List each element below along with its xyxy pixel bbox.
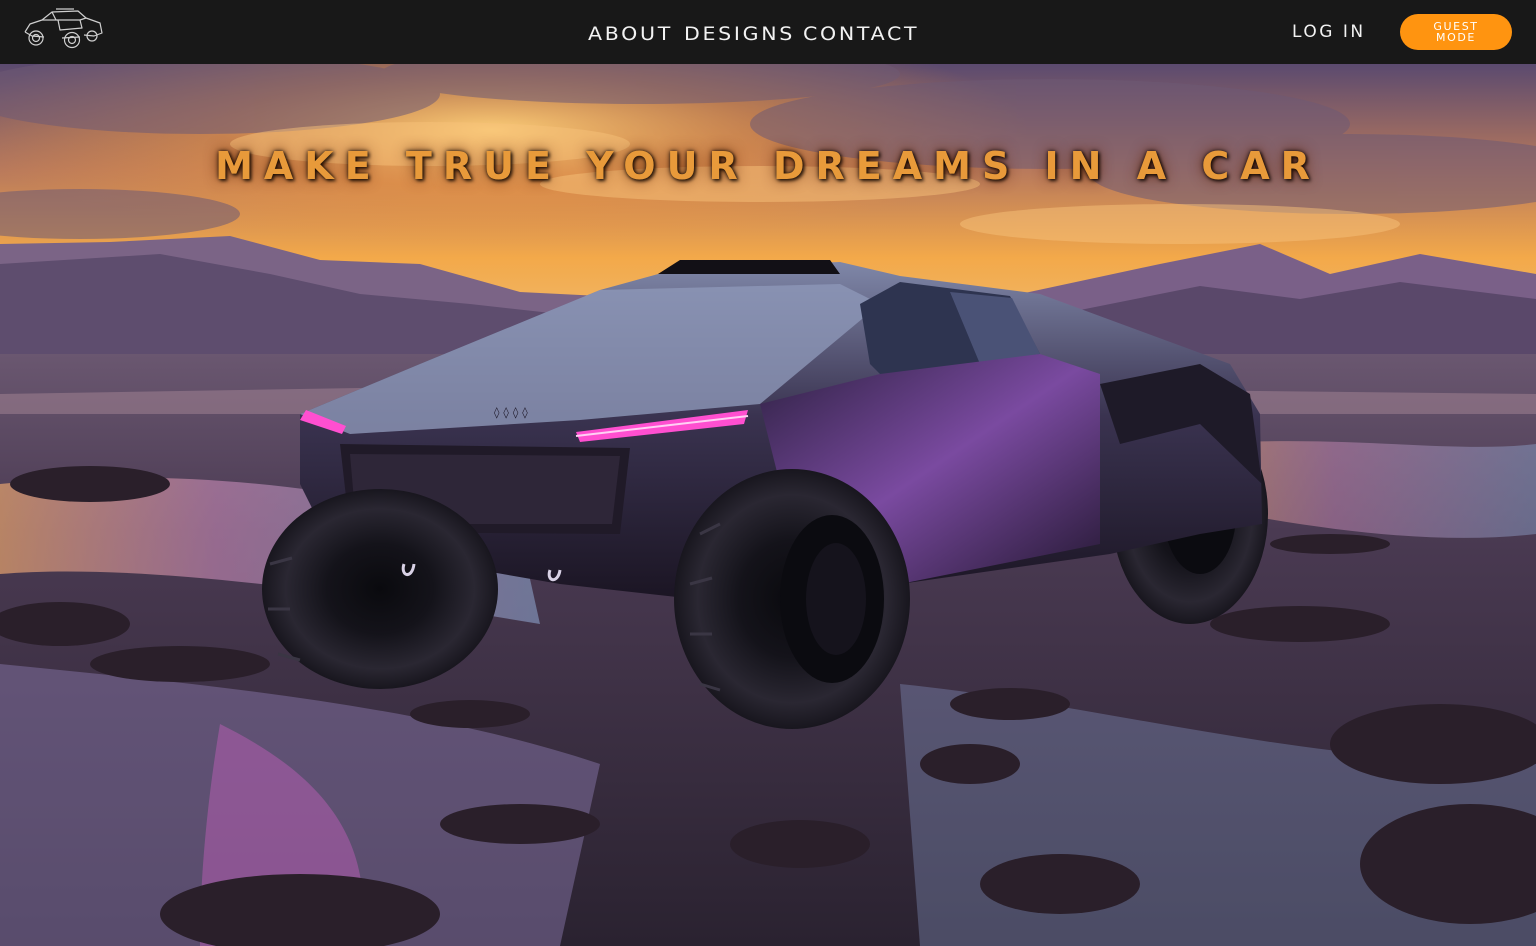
top-navigation-bar: ABOUT DESIGNS CONTACT LOG IN GUEST MODE [0, 0, 1536, 64]
hero-section: ◊◊◊◊ MAKE TRUE YOUR DREAMS IN A CAR [0, 64, 1536, 946]
nav-designs-link[interactable]: DESIGNS [684, 23, 795, 45]
main-nav: ABOUT DESIGNS CONTACT [588, 20, 917, 48]
futuristic-offroad-truck-image: ◊◊◊◊ [0, 64, 1536, 946]
guest-mode-button[interactable]: GUEST MODE [1400, 14, 1512, 50]
login-link[interactable]: LOG IN [1292, 22, 1366, 42]
hero-headline: MAKE TRUE YOUR DREAMS IN A CAR [215, 144, 1321, 188]
nav-about-link[interactable]: ABOUT [588, 23, 673, 45]
offroad-car-logo-icon[interactable] [22, 6, 104, 52]
svg-text:◊◊◊◊: ◊◊◊◊ [494, 406, 532, 419]
nav-contact-link[interactable]: CONTACT [803, 23, 919, 45]
